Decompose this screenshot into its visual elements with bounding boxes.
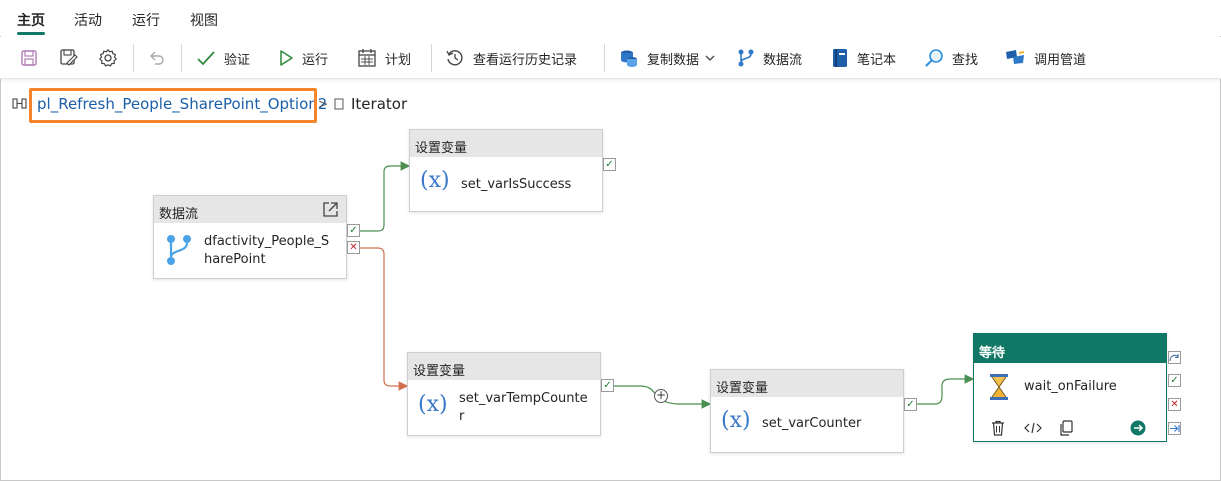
- activity-type-label: 设置变量: [410, 130, 602, 157]
- view-run-history-button[interactable]: 查看运行历史记录: [445, 37, 577, 79]
- ribbon-tabs: 主页 活动 运行 视图: [0, 0, 1221, 36]
- activity-type-label: 数据流: [154, 196, 346, 223]
- on-success-port[interactable]: ✓: [601, 379, 614, 392]
- search-icon: [925, 49, 943, 67]
- checkmark-icon: [197, 51, 215, 66]
- on-completion-port[interactable]: [1168, 422, 1181, 435]
- toolbar-divider: [181, 44, 182, 72]
- arrow-right-circle-icon[interactable]: [1130, 420, 1146, 436]
- activity-name: set_varIsSuccess: [461, 177, 572, 192]
- save-icon: [21, 50, 37, 66]
- on-failure-port[interactable]: ✕: [1168, 398, 1181, 411]
- notebook-button[interactable]: 笔记本: [831, 37, 896, 79]
- skip-arrow-icon: [1169, 354, 1179, 362]
- database-icon: [621, 50, 637, 67]
- delete-icon[interactable]: [990, 420, 1006, 436]
- activity-set-variable-temp-counter[interactable]: 设置变量 (x) set_varTempCounte r: [407, 352, 601, 436]
- active-tab-indicator: [17, 32, 45, 35]
- open-external-icon[interactable]: [322, 201, 339, 218]
- validate-button[interactable]: 验证: [196, 37, 250, 79]
- toolbar-divider: [431, 44, 432, 72]
- schedule-label: 计划: [385, 52, 412, 68]
- history-icon: [446, 50, 463, 66]
- activity-name: set_varCounter: [762, 416, 862, 431]
- on-success-port[interactable]: ✓: [904, 398, 917, 411]
- undo-icon: [150, 51, 164, 65]
- tab-home[interactable]: 主页: [17, 10, 45, 30]
- validate-label: 验证: [224, 52, 251, 68]
- activity-name: wait_onFailure: [1024, 379, 1117, 394]
- chevron-down-icon: [705, 55, 715, 61]
- breadcrumb-current: Iterator: [351, 95, 408, 113]
- activity-set-variable-success[interactable]: 设置变量 (x) set_varIsSuccess: [409, 129, 603, 212]
- settings-button[interactable]: [98, 37, 118, 79]
- breadcrumb-separator: >: [318, 97, 329, 111]
- on-success-port[interactable]: ✓: [1168, 374, 1181, 387]
- calendar-icon: [358, 49, 376, 67]
- hourglass-icon: [990, 374, 1008, 400]
- notebook-icon: [833, 49, 847, 67]
- save-button[interactable]: [20, 37, 38, 79]
- variable-icon: (x): [721, 408, 751, 433]
- save-as-button[interactable]: [59, 37, 79, 79]
- pipeline-icon: [1006, 50, 1025, 64]
- dataflow-icon: [738, 49, 754, 67]
- dataflow-label: 数据流: [763, 52, 803, 68]
- foreach-icon: [334, 98, 344, 110]
- activity-name: set_varTempCounte r: [459, 391, 588, 424]
- dataflow-button[interactable]: 数据流: [737, 37, 802, 79]
- run-button[interactable]: 运行: [278, 37, 328, 79]
- activity-set-variable-counter[interactable]: 设置变量 (x) set_varCounter: [710, 369, 904, 453]
- copy-icon[interactable]: [1058, 420, 1074, 436]
- activity-type-label: 设置变量: [408, 353, 600, 380]
- history-label: 查看运行历史记录: [473, 52, 578, 68]
- pipeline-canvas[interactable]: + 数据流 dfactivity_People_S harePoint ✓ ✕ …: [0, 124, 1221, 481]
- tab-run[interactable]: 运行: [132, 10, 160, 30]
- activity-type-label: 设置变量: [711, 370, 903, 397]
- copy-data-button[interactable]: 复制数据: [619, 37, 717, 79]
- run-label: 运行: [302, 52, 329, 68]
- find-button[interactable]: 查找: [924, 37, 978, 79]
- variable-icon: (x): [420, 168, 450, 193]
- notebook-label: 笔记本: [857, 52, 897, 68]
- activity-wait[interactable]: 等待 wait_onFailure: [973, 333, 1167, 442]
- activity-name: dfactivity_People_S harePoint: [204, 234, 330, 267]
- completion-arrow-icon: [1170, 425, 1180, 432]
- undo-button[interactable]: [147, 37, 167, 79]
- code-icon[interactable]: [1024, 422, 1042, 434]
- play-icon: [280, 50, 293, 66]
- pipeline-breadcrumb-icon: [12, 98, 27, 109]
- find-label: 查找: [952, 52, 979, 68]
- on-skip-port[interactable]: [1168, 351, 1181, 364]
- gear-icon: [99, 49, 117, 67]
- save-as-icon: [60, 49, 78, 66]
- variable-icon: (x): [418, 392, 448, 417]
- add-activity-button[interactable]: +: [654, 389, 668, 403]
- on-success-port[interactable]: ✓: [347, 224, 360, 237]
- activity-dataflow[interactable]: 数据流 dfactivity_People_S harePoint: [153, 195, 347, 279]
- activity-type-label: 等待: [974, 334, 1166, 363]
- schedule-button[interactable]: 计划: [357, 37, 411, 79]
- tab-view[interactable]: 视图: [190, 10, 218, 30]
- copy-data-label: 复制数据: [647, 52, 700, 68]
- highlight-box: [29, 88, 317, 123]
- invoke-pipeline-label: 调用管道: [1034, 52, 1087, 68]
- on-failure-port[interactable]: ✕: [347, 241, 360, 254]
- toolbar: 验证 运行 计划 查看运行历史记录 复制数据 数据流 笔记本 查找 调用管道: [0, 37, 1221, 79]
- invoke-pipeline-button[interactable]: 调用管道: [1004, 37, 1086, 79]
- dataflow-icon: [167, 235, 191, 265]
- on-success-port[interactable]: ✓: [603, 158, 616, 171]
- toolbar-divider: [604, 44, 605, 72]
- tab-activities[interactable]: 活动: [74, 10, 102, 30]
- toolbar-divider: [133, 44, 134, 72]
